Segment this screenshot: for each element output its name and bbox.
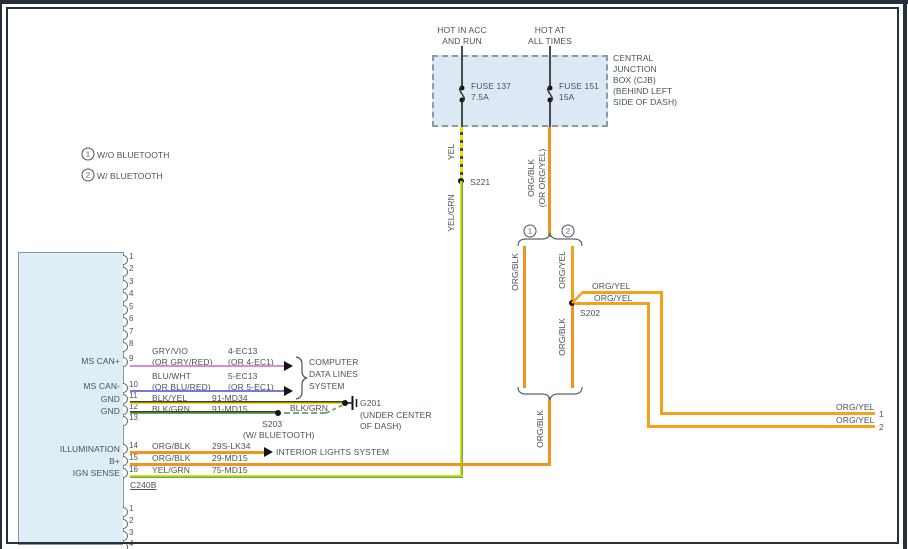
page-frame-top: [0, 0, 908, 4]
page-frame-left: [0, 0, 2, 549]
page-frame-right: [903, 0, 907, 549]
page-frame-border: [6, 7, 899, 544]
wiring-diagram-page: HOT IN ACC AND RUN HOT AT ALL TIMES FUSE…: [0, 0, 908, 549]
